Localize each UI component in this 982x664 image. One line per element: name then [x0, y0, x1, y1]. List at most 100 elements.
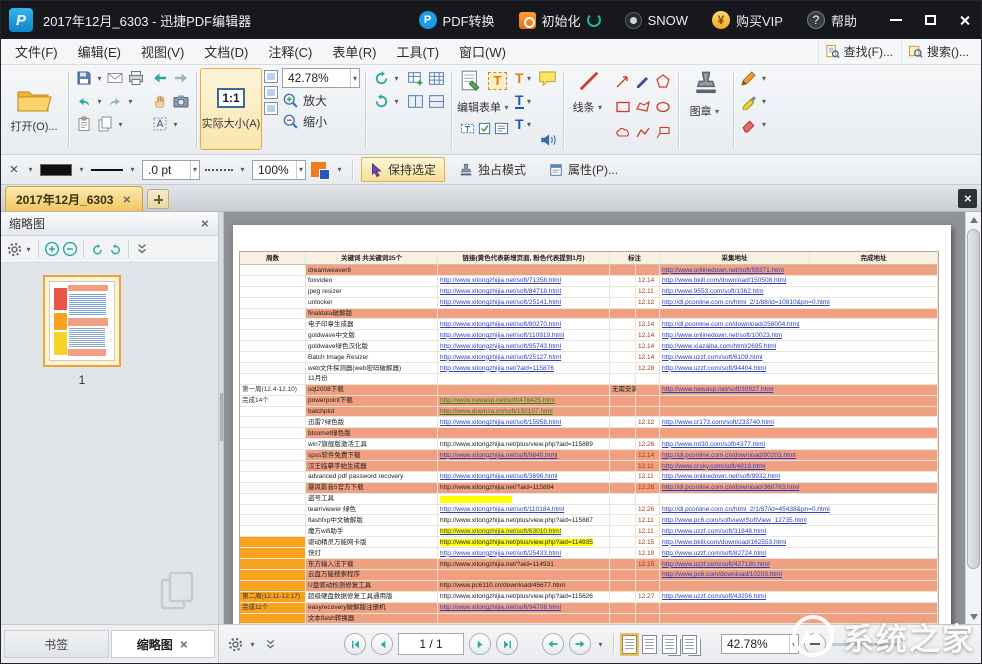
pencil-tool-icon[interactable]	[739, 68, 759, 88]
menu-tools[interactable]: 工具(T)	[386, 38, 449, 65]
stroke-width-combo[interactable]: .0 pt	[142, 160, 200, 180]
insert-table-icon[interactable]	[405, 68, 425, 88]
next-view-button[interactable]	[569, 633, 591, 655]
cloud-tool-icon[interactable]	[613, 123, 633, 143]
stroke-color-dropdown[interactable]	[77, 160, 86, 180]
pdf-link[interactable]: http://www.xitongzhijia.net/soft/110184.…	[440, 506, 564, 513]
pdf-link[interactable]: http://www.uzzf.com/soft/43206.html	[662, 593, 766, 600]
pdf-link[interactable]: http://www.xitongzhijia.net/soft/15958.h…	[440, 419, 561, 426]
fit-visible-icon[interactable]	[264, 102, 278, 115]
fill-color-swatch[interactable]	[311, 162, 326, 177]
page-thumbnail-selected[interactable]	[43, 275, 121, 367]
select-text-icon[interactable]	[150, 114, 170, 134]
save-dropdown[interactable]	[95, 68, 104, 88]
menu-form[interactable]: 表单(R)	[322, 38, 386, 65]
polyline-tool-icon[interactable]	[633, 123, 653, 143]
status-zoom-combo[interactable]: 42.78%	[721, 634, 799, 654]
pdf-link[interactable]: http://dl.pconline.com.cn/download/90203…	[662, 452, 796, 459]
pdf-link[interactable]: http://www.xitongzhijia.net/soft/80270.h…	[440, 321, 561, 328]
enlarge-thumbnails-icon[interactable]	[44, 241, 60, 257]
pdf-link[interactable]: http://www.xitongzhijia.net/soft/95743.h…	[440, 343, 561, 350]
form-checkbox-icon[interactable]	[476, 120, 492, 136]
menu-document[interactable]: 文档(D)	[194, 38, 258, 65]
close-button[interactable]	[947, 1, 981, 39]
pdf-link[interactable]: http://www.downza.cn/soft/192107.html	[440, 408, 553, 415]
open-button[interactable]: 打开(O)...	[3, 68, 65, 150]
email-icon[interactable]	[105, 68, 125, 88]
pdf-link[interactable]: http://www.bkill.com/download/150508.htm…	[662, 277, 786, 284]
fit-width-icon[interactable]	[264, 70, 278, 83]
typewriter-dropdown[interactable]	[525, 68, 534, 88]
pdf-link[interactable]: http://www.xitongzhijia.net/soft/25127.h…	[440, 354, 561, 361]
pdf-link[interactable]: http://www.bkill.com/download/162553.htm…	[662, 539, 786, 546]
pdf-link[interactable]: http://www.uzzf.com/soft/6109.html	[662, 354, 762, 361]
minimize-button[interactable]	[879, 1, 913, 39]
copy-pages-icon[interactable]	[95, 114, 115, 134]
select-dropdown[interactable]	[171, 114, 180, 134]
pdf-link[interactable]: http://dl.pconline.com.cn/download/36079…	[662, 484, 799, 491]
pdf-link[interactable]: http://www.crsky.com/soft/4818.html	[662, 463, 765, 470]
pdf-link[interactable]: http://dl.pconline.com.cn/download/25800…	[662, 321, 799, 328]
snapshot-icon[interactable]	[171, 91, 191, 111]
text-box-dropdown[interactable]	[525, 91, 534, 111]
redo-icon[interactable]	[105, 91, 125, 111]
shrink-thumbnails-icon[interactable]	[62, 241, 78, 257]
pdf-convert-button[interactable]: P PDF转换	[419, 11, 495, 30]
pdf-link[interactable]: http://www.pc6110.cn/download/45677.html	[440, 582, 565, 589]
pdf-link[interactable]: http://www.xitongzhijia.net/soft/25433.h…	[440, 550, 561, 557]
no-line-icon[interactable]	[7, 162, 21, 178]
menu-edit[interactable]: 编辑(E)	[68, 38, 131, 65]
form-text-field-icon[interactable]	[459, 120, 475, 136]
eraser-dropdown[interactable]	[760, 114, 769, 134]
edit-content-icon[interactable]	[458, 68, 484, 94]
menu-view[interactable]: 视图(V)	[131, 38, 194, 65]
lines-label[interactable]: 线条	[573, 99, 595, 115]
fit-page-icon[interactable]	[264, 86, 278, 99]
rectangle-tool-icon[interactable]	[613, 97, 633, 117]
previous-view-button[interactable]	[542, 633, 564, 655]
pdf-link[interactable]: http://www.uzzf.com/soft/94404.html	[662, 365, 766, 372]
pdf-link[interactable]: http://www.onlinedown.net/soft/10023.htm	[662, 332, 782, 339]
scroll-up-arrow[interactable]	[966, 212, 981, 227]
pdf-link[interactable]: http://www.onlinedown.net/soft/9932.html	[662, 473, 780, 480]
stamp-label[interactable]: 图章	[690, 103, 712, 119]
pencil-line-tool-icon[interactable]	[633, 71, 653, 91]
pdf-link[interactable]: http://dl.pconline.com.cn/html_2/1/88/id…	[662, 299, 830, 306]
pdf-link[interactable]: http://www.xitongzhijia.net/soft/110919.…	[440, 332, 564, 339]
undo-icon[interactable]	[74, 91, 94, 111]
pentagon-tool-icon[interactable]	[653, 71, 673, 91]
polygon-tool-icon[interactable]	[633, 97, 653, 117]
pdf-link[interactable]: http://www.xitongzhijia.net/soft/3696.ht…	[440, 473, 557, 480]
typewriter-tool[interactable]: T	[515, 71, 524, 85]
pdf-link[interactable]: http://www.xitongzhijia.net/plus/view.ph…	[440, 593, 593, 600]
pdf-link[interactable]: http://www.xitongzhijia.net/plus/view.ph…	[440, 441, 593, 448]
snow-button[interactable]: SNOW	[625, 12, 688, 29]
tab-bookmarks[interactable]: 书签	[4, 630, 109, 658]
prev-page-button[interactable]	[371, 633, 393, 655]
actual-size-button[interactable]: 1:1 实际大小(A)	[200, 68, 262, 150]
pdf-link[interactable]: http://www.pc6.com/download/10203.html	[662, 571, 782, 578]
scroll-down-arrow[interactable]	[966, 609, 981, 624]
clipboard-dropdown[interactable]	[116, 114, 125, 134]
line-style-sample[interactable]	[91, 169, 123, 171]
edit-text-icon[interactable]: T	[485, 68, 511, 94]
line-style-dropdown[interactable]	[128, 160, 137, 180]
text-comment-dropdown[interactable]	[525, 114, 534, 134]
edit-form-dropdown[interactable]	[502, 97, 511, 117]
pdf-link[interactable]: http://www.xitongzhijia.net/?aid=115884	[440, 484, 554, 491]
pdf-link[interactable]: http://www.xitongzhijia.net/plus/view.ph…	[440, 539, 593, 546]
callout-tool-icon[interactable]	[653, 123, 673, 143]
lines-dropdown[interactable]	[596, 97, 605, 117]
line-tool-icon[interactable]	[576, 68, 602, 94]
close-document-button[interactable]	[958, 189, 977, 208]
pdf-link[interactable]: http://www.xitongzhijia.net/soft/84718.h…	[440, 288, 561, 295]
highlighter-dropdown[interactable]	[760, 91, 769, 111]
initialize-button[interactable]: 初始化	[519, 11, 601, 30]
pdf-link[interactable]: http://www.xitongzhijia.net/soft/25141.h…	[440, 299, 561, 306]
pdf-link[interactable]: http://www.uzzf.com/soft/82724.html	[662, 550, 766, 557]
rotate-page-left-icon[interactable]	[89, 241, 105, 257]
pdf-link[interactable]: http://www.xitongzhijia.net/soft/63010.h…	[440, 528, 561, 535]
zoom-in-button[interactable]: 放大	[282, 92, 360, 109]
panel-settings-dropdown[interactable]	[24, 239, 33, 259]
book-view-button[interactable]	[682, 635, 697, 654]
